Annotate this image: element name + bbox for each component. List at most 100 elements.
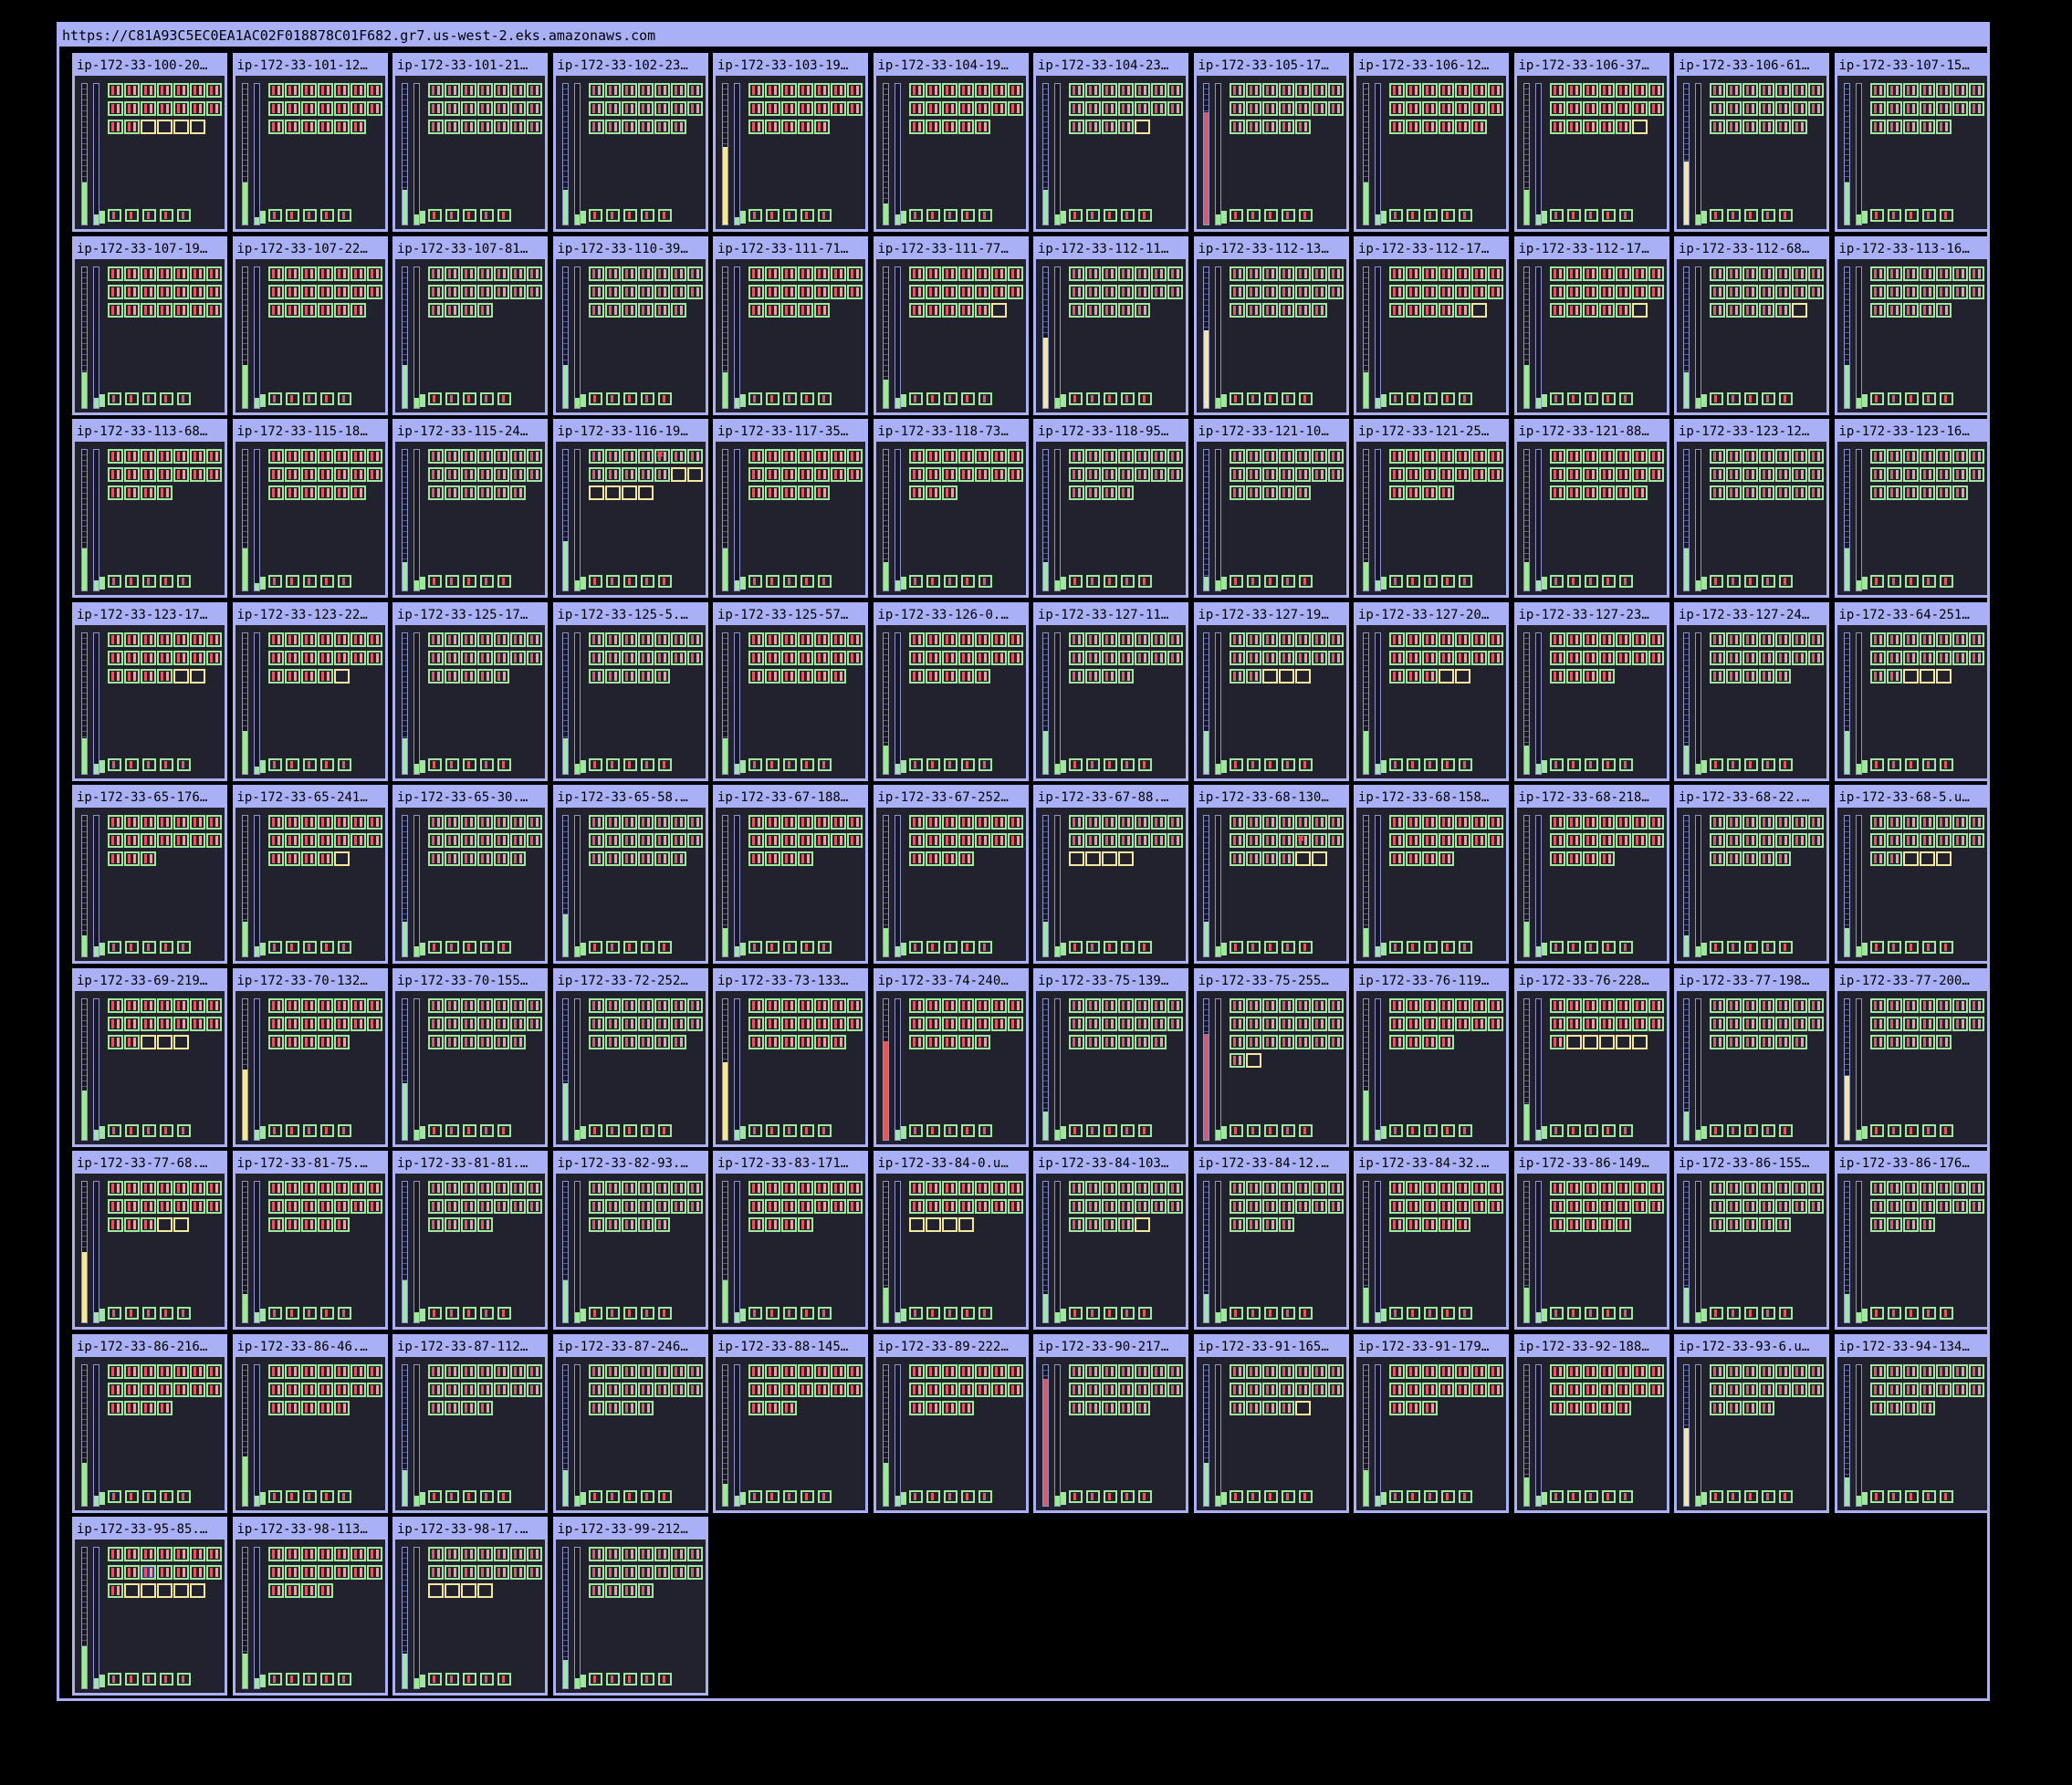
pod[interactable] — [1311, 650, 1327, 665]
pod[interactable] — [477, 1034, 493, 1049]
pod[interactable] — [1261, 284, 1278, 299]
pod[interactable] — [1968, 997, 1984, 1013]
pod[interactable] — [1549, 1400, 1565, 1415]
pod[interactable] — [173, 467, 189, 482]
pod[interactable] — [477, 101, 493, 116]
system-pod[interactable] — [1887, 941, 1901, 954]
system-pod[interactable] — [1263, 209, 1278, 222]
pod[interactable] — [284, 851, 300, 866]
pod[interactable] — [974, 1016, 990, 1031]
system-pod[interactable] — [160, 575, 173, 588]
pod[interactable] — [1151, 266, 1167, 281]
pod[interactable] — [1167, 650, 1183, 665]
pod[interactable] — [654, 1016, 670, 1031]
pod[interactable] — [1726, 467, 1742, 482]
pod[interactable] — [157, 1181, 173, 1195]
pod[interactable] — [686, 1382, 703, 1397]
pod[interactable] — [1775, 120, 1791, 134]
pod[interactable] — [1151, 1199, 1167, 1214]
pod[interactable] — [1582, 833, 1598, 848]
pod[interactable] — [1648, 833, 1664, 848]
pod[interactable] — [1085, 101, 1101, 116]
pod[interactable] — [781, 833, 797, 848]
system-pod[interactable] — [908, 575, 923, 588]
pod[interactable] — [141, 1382, 156, 1397]
pod[interactable] — [1471, 449, 1487, 464]
pod[interactable] — [300, 1181, 317, 1195]
system-pod[interactable] — [766, 1489, 780, 1503]
pod[interactable] — [798, 815, 813, 830]
system-pod[interactable] — [160, 757, 173, 771]
pod[interactable] — [333, 1547, 350, 1561]
system-pod[interactable] — [1566, 391, 1581, 405]
node-card[interactable]: ip-172-33-67-188… — [713, 785, 868, 964]
node-card[interactable]: ip-172-33-99-212… — [552, 1517, 708, 1696]
system-pod[interactable] — [748, 941, 762, 954]
pod[interactable] — [588, 83, 604, 98]
pod[interactable] — [1565, 668, 1582, 684]
pod[interactable] — [958, 1363, 974, 1379]
pod[interactable] — [604, 650, 621, 665]
pod[interactable] — [494, 1547, 509, 1561]
pod[interactable] — [477, 1217, 493, 1232]
pod[interactable] — [333, 1016, 350, 1031]
pod[interactable] — [1439, 851, 1454, 866]
pod[interactable] — [428, 302, 444, 318]
system-pod[interactable] — [1727, 575, 1741, 588]
pod[interactable] — [1245, 1217, 1261, 1232]
pod[interactable] — [1327, 83, 1344, 98]
pod[interactable] — [1245, 284, 1261, 299]
pod[interactable] — [428, 632, 444, 647]
pod[interactable] — [333, 997, 350, 1013]
pod[interactable] — [1565, 284, 1582, 299]
pod[interactable] — [428, 1363, 444, 1379]
pod[interactable] — [654, 668, 670, 684]
pod[interactable] — [1615, 1181, 1631, 1195]
node-card[interactable]: ip-172-33-92-188… — [1513, 1333, 1669, 1513]
node-card[interactable]: ip-172-33-95-85.… — [72, 1517, 227, 1696]
pod[interactable] — [1406, 449, 1421, 464]
system-pod[interactable] — [801, 941, 814, 954]
pod[interactable] — [941, 815, 958, 830]
pod[interactable] — [1311, 815, 1327, 830]
system-pod[interactable] — [908, 1307, 923, 1320]
pod[interactable] — [108, 485, 123, 500]
node-card[interactable]: ip-172-33-102-23… — [552, 53, 708, 232]
pod[interactable] — [1327, 815, 1344, 830]
pod[interactable] — [1439, 1382, 1454, 1397]
pod[interactable] — [1648, 650, 1664, 665]
system-pod[interactable] — [1389, 575, 1403, 588]
pod[interactable] — [1775, 1382, 1791, 1397]
pod[interactable] — [366, 1181, 382, 1195]
pod[interactable] — [1710, 467, 1725, 482]
pod[interactable] — [1151, 449, 1167, 464]
system-pod[interactable] — [1549, 1489, 1564, 1503]
pod[interactable] — [1261, 668, 1278, 684]
pod[interactable] — [1118, 632, 1134, 647]
pod[interactable] — [366, 997, 382, 1013]
pod[interactable] — [1759, 650, 1774, 665]
pod[interactable] — [1775, 815, 1791, 830]
pod[interactable] — [1389, 833, 1405, 848]
pod[interactable] — [300, 302, 317, 318]
system-pod[interactable] — [1762, 575, 1775, 588]
pod[interactable] — [908, 1363, 925, 1379]
system-pod[interactable] — [1389, 209, 1403, 222]
node-card[interactable]: ip-172-33-84-12.… — [1193, 1151, 1349, 1330]
system-pod[interactable] — [1744, 941, 1758, 954]
pod[interactable] — [637, 120, 654, 134]
pod[interactable] — [1886, 120, 1902, 134]
pod[interactable] — [1598, 668, 1615, 684]
pod[interactable] — [781, 1199, 797, 1214]
pod[interactable] — [1439, 1363, 1454, 1379]
system-pod[interactable] — [588, 575, 602, 588]
system-pod[interactable] — [1584, 391, 1598, 405]
pod[interactable] — [1919, 284, 1935, 299]
pod[interactable] — [1775, 1199, 1791, 1214]
pod[interactable] — [1102, 1199, 1117, 1214]
pod[interactable] — [654, 1034, 670, 1049]
pod[interactable] — [1488, 997, 1503, 1013]
system-pod[interactable] — [1263, 1123, 1278, 1137]
pod[interactable] — [510, 650, 526, 665]
pod[interactable] — [1229, 1034, 1245, 1049]
